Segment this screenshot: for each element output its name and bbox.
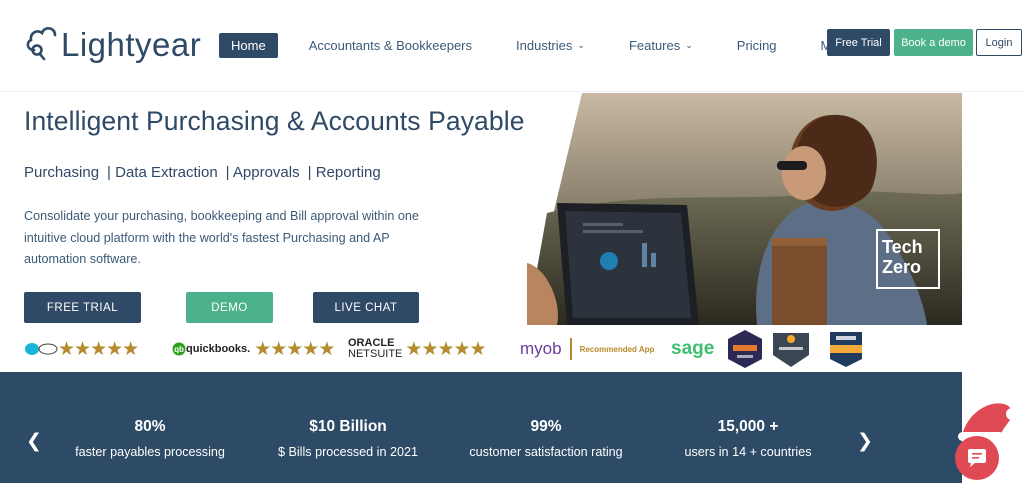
stat-item: 15,000 + users in 14 + countries [668, 418, 828, 459]
stats-carousel: ❮ 80% faster payables processing $10 Bil… [0, 372, 962, 483]
chevron-down-icon: ⌄ [685, 39, 693, 50]
tag-approvals: | Approvals [225, 164, 300, 181]
myob-recommended-label: Recommended App [579, 344, 655, 354]
cloud-logo-icon [26, 27, 57, 61]
software-advice-badge-icon [728, 330, 762, 368]
sage-label: sage [671, 338, 715, 359]
netsuite-review: ORACLE NETSUITE ★★★★★ [348, 325, 487, 373]
stat-value: $10 Billion [309, 418, 387, 435]
nav-home[interactable]: Home [219, 32, 278, 58]
star-rating: ★★★★★ [254, 338, 335, 360]
stat-label: customer satisfaction rating [469, 445, 623, 459]
hero-title: Intelligent Purchasing & Accounts Payabl… [24, 106, 525, 136]
myob-divider [569, 338, 572, 360]
brand-name: Lightyear [61, 26, 202, 63]
star-rating: ★★★★★ [405, 338, 486, 360]
nav-industries[interactable]: Industries ⌄ [516, 38, 585, 53]
chat-icon [968, 449, 986, 467]
nav-features-label: Features [628, 37, 681, 53]
svg-text:qb: qb [174, 345, 184, 354]
hero-photo [527, 93, 962, 325]
site-header: Lightyear Home Accountants & Bookkeepers… [0, 0, 1024, 92]
woman-with-laptop-photo [527, 93, 962, 325]
myob-badge: myob Recommended App [520, 325, 654, 373]
getapp-badge-icon [773, 333, 809, 367]
hero-section: Intelligent Purchasing & Accounts Payabl… [0, 93, 962, 325]
tag-purchasing: Purchasing [24, 164, 100, 181]
nav-accountants[interactable]: Accountants & Bookkeepers [309, 38, 472, 53]
book-demo-button[interactable]: Book a demo [894, 29, 973, 56]
chat-widget-button[interactable] [955, 436, 999, 480]
nav-home-label: Home [231, 37, 266, 53]
software-advice-badge [726, 325, 764, 373]
myob-logo: myob [520, 339, 562, 358]
chevron-down-icon: ⌄ [577, 39, 585, 50]
free-trial-button[interactable]: Free Trial [827, 29, 890, 56]
quickbooks-review: qb quickbooks. ★★★★★ [172, 325, 335, 373]
hero-free-trial-button[interactable]: FREE TRIAL [24, 292, 141, 323]
hero-live-chat-button[interactable]: LIVE CHAT [313, 292, 419, 323]
nav-accountants-label: Accountants & Bookkeepers [308, 37, 473, 53]
sage-logo: sage [671, 325, 714, 373]
lightyear-logo[interactable]: Lightyear [24, 20, 201, 64]
nav-pricing[interactable]: Pricing [737, 38, 777, 53]
tag-reporting: | Reporting [307, 164, 381, 181]
tech-zero-line2: Zero [882, 257, 922, 277]
stat-label: users in 14 + countries [684, 445, 812, 459]
stat-value: 99% [530, 418, 562, 435]
santa-hat-icon [958, 403, 1018, 441]
xero-logo-icon [25, 343, 58, 355]
main-nav: Home Accountants & Bookkeepers Industrie… [219, 32, 907, 58]
xero-review: ★★★★★ [24, 325, 139, 373]
tag-data-extraction: | Data Extraction [107, 164, 218, 181]
stat-value: 15,000 + [717, 418, 779, 435]
stat-value: 80% [134, 418, 166, 435]
netsuite-logo: ORACLE NETSUITE [348, 338, 402, 360]
partner-reviews-strip: ★★★★★ qb quickbooks. ★★★★★ ORACLE NETSUI… [0, 325, 962, 373]
stat-label: $ Bills processed in 2021 [277, 445, 418, 459]
getapp-badge [769, 325, 813, 373]
quickbooks-logo-icon: qb [172, 342, 186, 356]
hero-feature-tags: Purchasing | Data Extraction | Approvals… [24, 164, 389, 181]
stat-item: 80% faster payables processing [70, 418, 230, 459]
nav-industries-label: Industries [516, 37, 573, 53]
quickbooks-label: quickbooks. [186, 343, 251, 355]
chevron-right-icon[interactable]: ❯ [857, 430, 873, 453]
netsuite-line2: NETSUITE [348, 348, 403, 360]
hero-description: Consolidate your purchasing, bookkeeping… [24, 209, 419, 266]
stat-item: 99% customer satisfaction rating [466, 418, 626, 459]
nav-pricing-label: Pricing [736, 37, 777, 53]
capterra-badge [824, 325, 868, 373]
stat-label: faster payables processing [75, 445, 225, 459]
tech-zero-badge: Tech Zero [876, 229, 940, 289]
tech-zero-line1: Tech [882, 237, 923, 257]
capterra-badge-icon [830, 332, 862, 367]
stat-item: $10 Billion $ Bills processed in 2021 [266, 418, 430, 459]
star-rating: ★★★★★ [58, 338, 139, 360]
hero-demo-button[interactable]: DEMO [186, 292, 273, 323]
nav-features[interactable]: Features ⌄ [629, 38, 693, 53]
login-button[interactable]: Login [976, 29, 1022, 56]
chevron-left-icon[interactable]: ❮ [26, 430, 42, 453]
